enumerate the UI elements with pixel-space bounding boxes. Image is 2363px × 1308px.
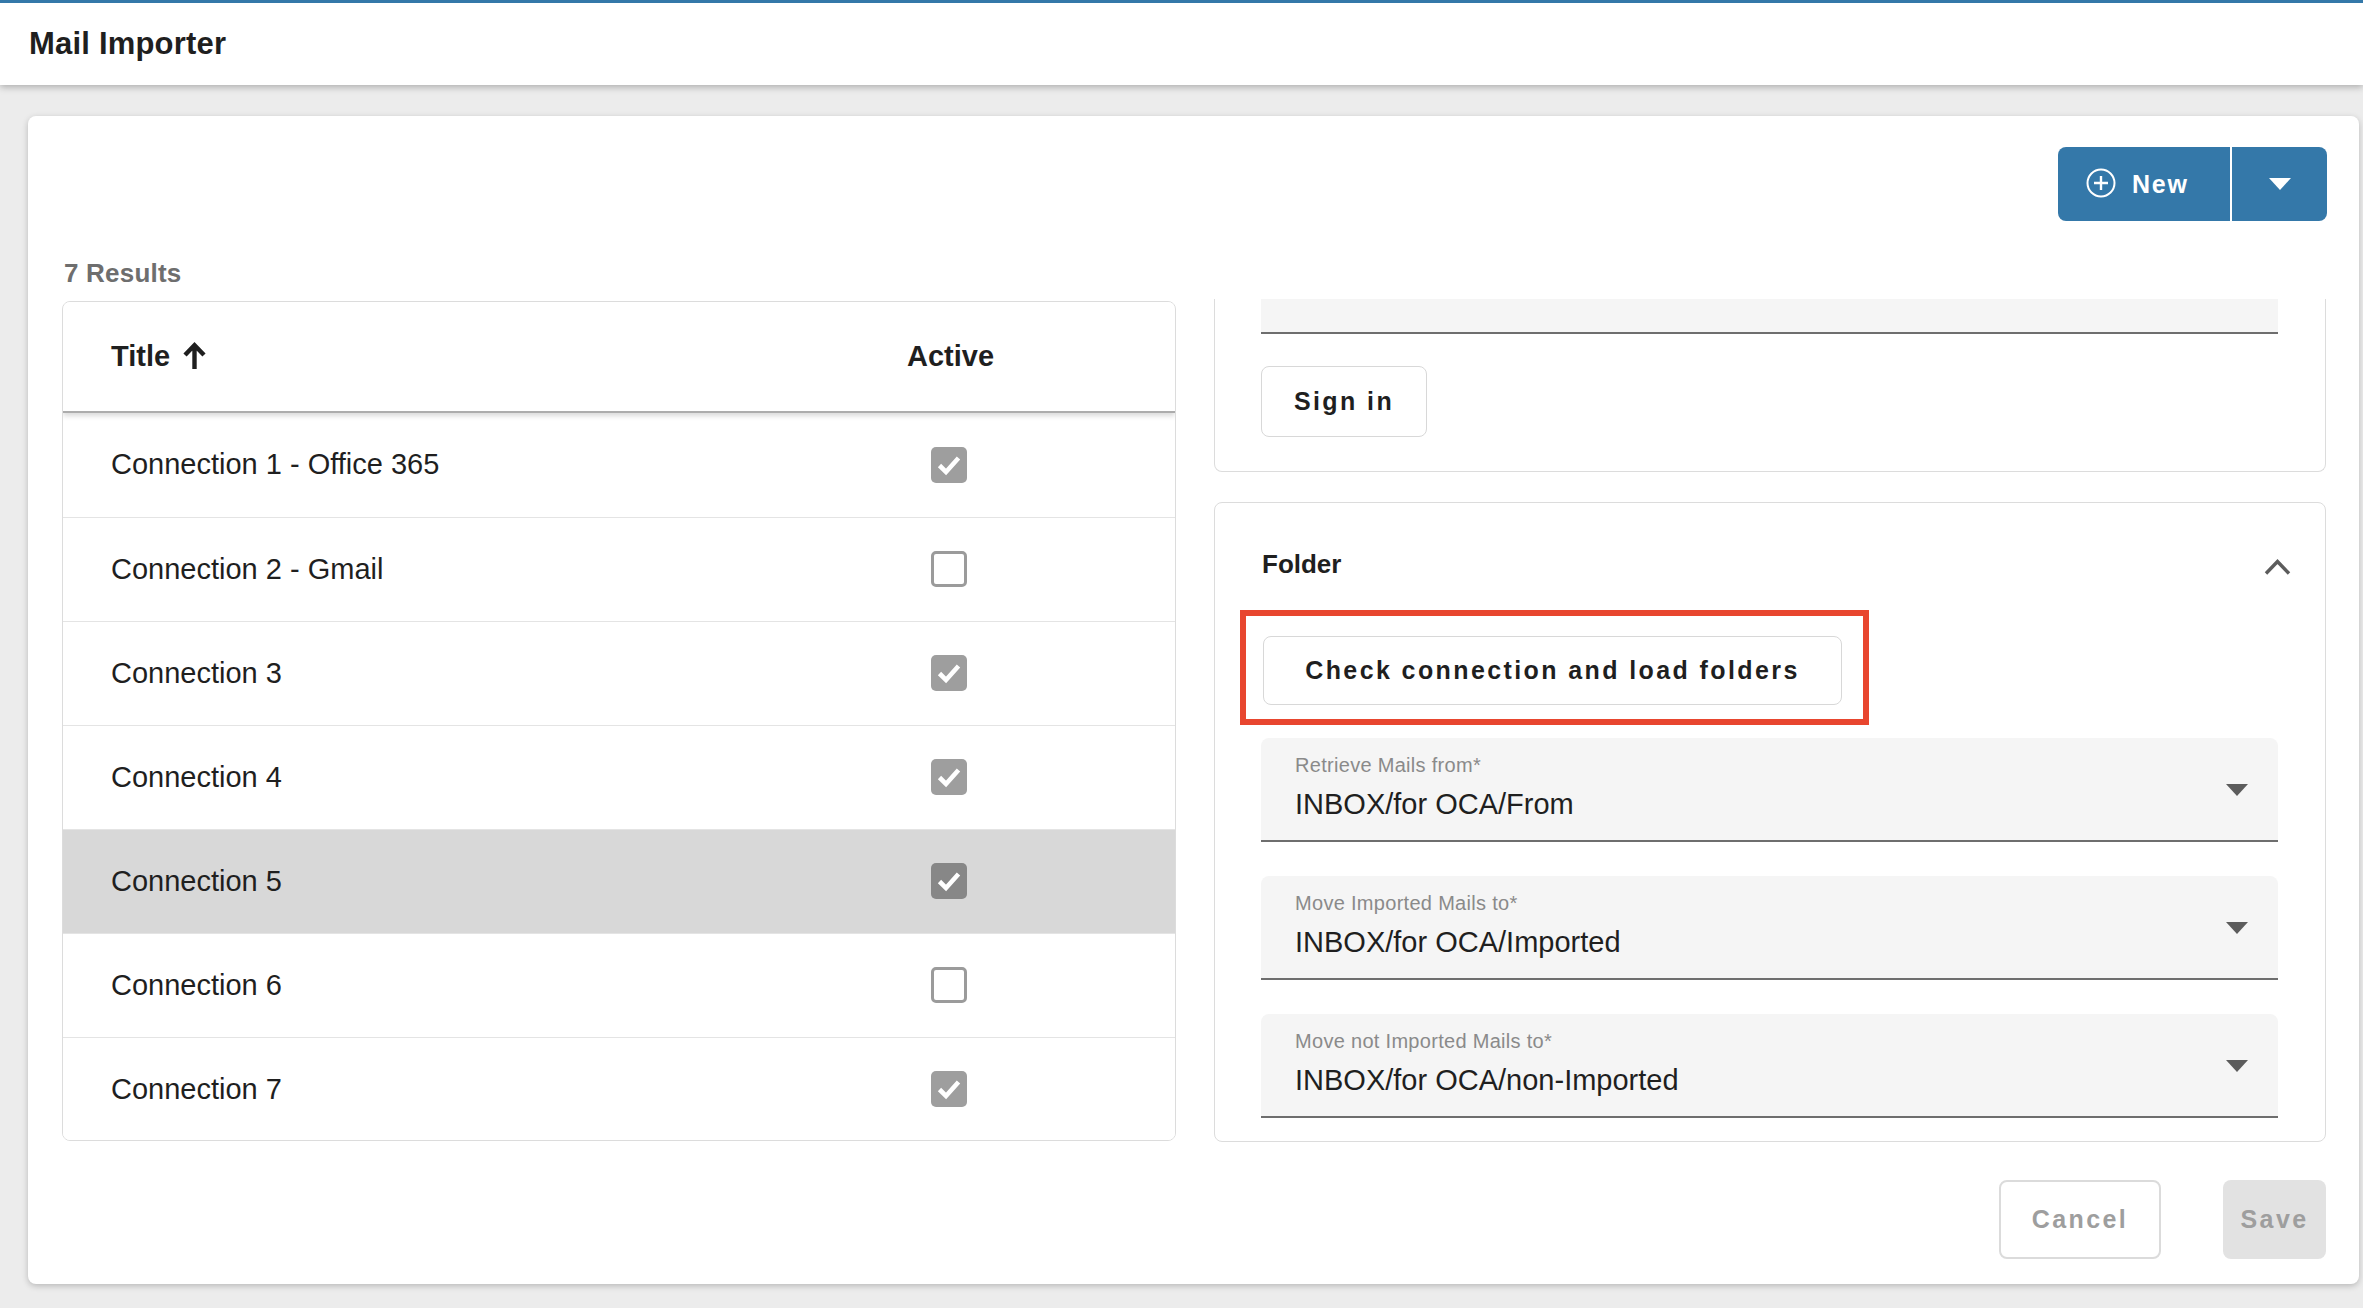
field-value: INBOX/for OCA/Imported (1295, 926, 1621, 959)
check-icon (934, 1074, 964, 1104)
connection-title: Connection 1 - Office 365 (111, 448, 439, 481)
caret-down-icon (2269, 178, 2291, 190)
active-checkbox[interactable] (931, 447, 967, 483)
check-connection-button[interactable]: Check connection and load folders (1263, 636, 1842, 705)
dropdown-arrow-icon (2226, 922, 2248, 934)
active-checkbox[interactable] (931, 863, 967, 899)
main-card: New 7 Results Title Active Connection 1 … (28, 116, 2359, 1284)
dropdown-arrow-icon (2226, 1060, 2248, 1072)
column-header-active: Active (907, 340, 992, 373)
field-label: Move Imported Mails to* (1295, 892, 1518, 915)
connection-title: Connection 4 (111, 761, 282, 794)
column-header-title-label: Title (111, 340, 170, 373)
field-label: Retrieve Mails from* (1295, 754, 1481, 777)
chevron-up-icon (2263, 558, 2292, 576)
clipped-text-field[interactable] (1261, 299, 2278, 334)
cancel-button[interactable]: Cancel (1999, 1180, 2161, 1259)
folder-section-card: Folder Check connection and load folders… (1214, 502, 2326, 1142)
new-button-label: New (2132, 170, 2189, 199)
active-checkbox[interactable] (931, 655, 967, 691)
table-row[interactable]: Connection 5 (63, 829, 1175, 933)
top-accent-line (0, 0, 2363, 3)
app-header: Mail Importer (0, 3, 2363, 85)
sign-in-button[interactable]: Sign in (1261, 366, 1427, 437)
connections-table: Title Active Connection 1 - Office 365 C… (62, 301, 1176, 1141)
folder-select-field[interactable]: Retrieve Mails from* INBOX/for OCA/From (1261, 738, 2278, 842)
check-icon (934, 658, 964, 688)
connection-title: Connection 6 (111, 969, 282, 1002)
add-circle-icon (2086, 168, 2116, 201)
table-header: Title Active (63, 302, 1175, 413)
active-checkbox[interactable] (931, 1071, 967, 1107)
active-checkbox[interactable] (931, 551, 967, 587)
table-row[interactable]: Connection 1 - Office 365 (63, 413, 1175, 517)
collapse-section-button[interactable] (2259, 551, 2295, 583)
table-row[interactable]: Connection 2 - Gmail (63, 517, 1175, 621)
table-body: Connection 1 - Office 365 Connection 2 -… (63, 413, 1175, 1141)
table-row[interactable]: Connection 7 (63, 1037, 1175, 1141)
connection-title: Connection 2 - Gmail (111, 553, 383, 586)
field-value: INBOX/for OCA/From (1295, 788, 1574, 821)
sort-ascending-icon (182, 342, 207, 371)
page-title: Mail Importer (29, 26, 226, 62)
new-button[interactable]: New (2058, 147, 2230, 221)
connection-title: Connection 3 (111, 657, 282, 690)
active-checkbox[interactable] (931, 967, 967, 1003)
connection-title: Connection 7 (111, 1073, 282, 1106)
folder-fields: Retrieve Mails from* INBOX/for OCA/From … (1261, 738, 2278, 1118)
dropdown-arrow-icon (2226, 784, 2248, 796)
active-checkbox[interactable] (931, 759, 967, 795)
connection-title: Connection 5 (111, 865, 282, 898)
field-label: Move not Imported Mails to* (1295, 1030, 1552, 1053)
table-row[interactable]: Connection 6 (63, 933, 1175, 1037)
new-dropdown-button[interactable] (2232, 147, 2327, 221)
table-row[interactable]: Connection 3 (63, 621, 1175, 725)
table-row[interactable]: Connection 4 (63, 725, 1175, 829)
column-header-title[interactable]: Title (111, 340, 207, 373)
save-button[interactable]: Save (2223, 1180, 2326, 1259)
connection-detail-card: Sign in (1214, 299, 2326, 472)
annotation-highlight-box: Check connection and load folders (1240, 610, 1869, 725)
check-icon (934, 866, 964, 896)
folder-heading: Folder (1262, 547, 1341, 581)
field-value: INBOX/for OCA/non-Imported (1295, 1064, 1679, 1097)
results-count: 7 Results (64, 258, 181, 288)
check-icon (934, 450, 964, 480)
new-split-button: New (2058, 147, 2327, 221)
folder-select-field[interactable]: Move Imported Mails to* INBOX/for OCA/Im… (1261, 876, 2278, 980)
folder-select-field[interactable]: Move not Imported Mails to* INBOX/for OC… (1261, 1014, 2278, 1118)
check-icon (934, 762, 964, 792)
